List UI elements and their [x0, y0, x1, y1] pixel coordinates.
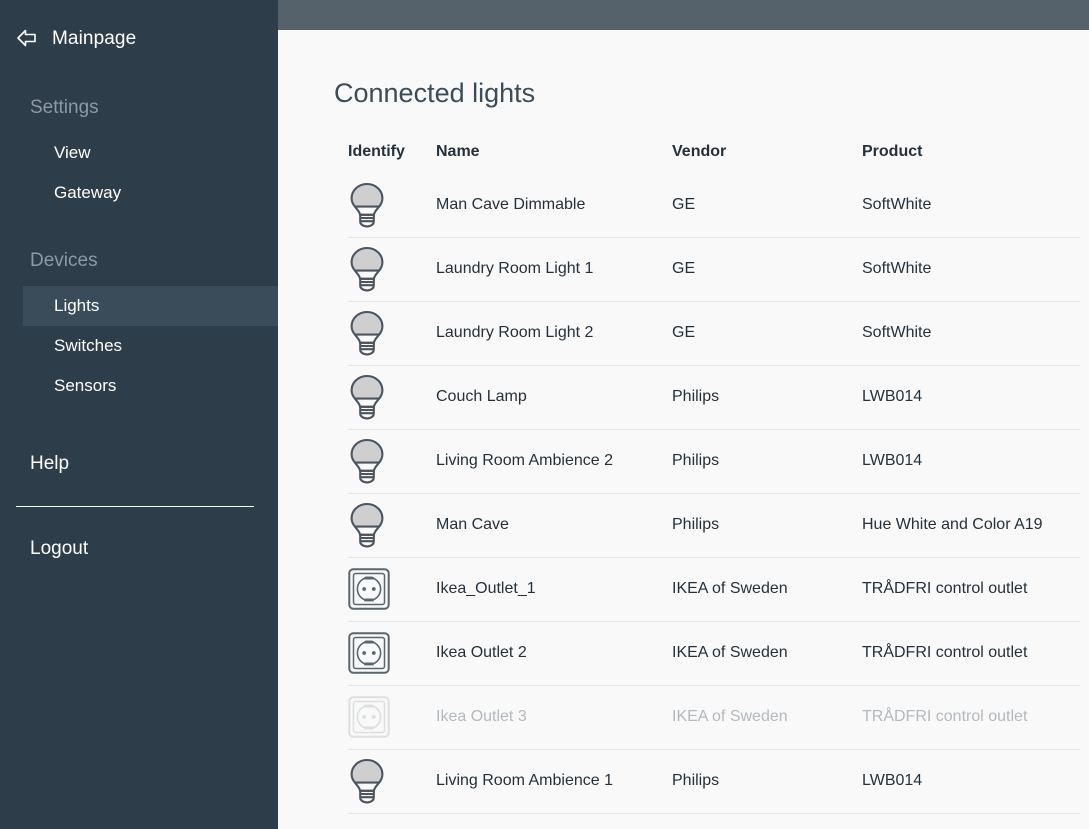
cell-name: Ikea Outlet 2 [436, 620, 672, 685]
cell-identify[interactable] [348, 620, 436, 685]
light-bulb-icon[interactable] [348, 437, 436, 485]
table-row[interactable]: Ikea_Outlet_1 IKEA of Sweden TRÅDFRI contr… [348, 556, 1080, 621]
table-row[interactable]: Man Cave Dimmable GE SoftWhite [348, 173, 1080, 237]
cell-identify[interactable] [348, 364, 436, 429]
back-arrow-icon[interactable] [14, 25, 40, 51]
cell-vendor: IKEA of Sweden [672, 556, 862, 621]
table-header: Identify Name Vendor Product [348, 143, 1080, 173]
cell-name: Couch Lamp [436, 364, 672, 429]
cell-name: Laundry Room Light 1 [436, 236, 672, 301]
cell-vendor: Philips [672, 492, 862, 557]
cell-product: LWB014 [862, 428, 1080, 493]
cell-product: LWB014 [862, 364, 1080, 429]
page-title: Connected lights [334, 78, 536, 108]
cell-vendor: IKEA of Sweden [672, 684, 862, 749]
cell-product: TRÅDFRI control outlet [862, 556, 1080, 621]
sidebar-divider [16, 506, 254, 507]
cell-name: Living Room Ambience 2 [436, 428, 672, 493]
light-bulb-icon[interactable] [348, 181, 436, 229]
sidebar-brand-mainpage[interactable]: Mainpage [0, 0, 278, 56]
cell-name: Man Cave Dimmable [436, 195, 586, 213]
cell-vendor: Philips [672, 428, 862, 493]
column-header-vendor: Vendor [672, 143, 727, 160]
cell-identify[interactable] [348, 556, 436, 621]
cell-name: Ikea Outlet 3 [436, 684, 672, 749]
table-header-row: Identify Name Vendor Product [348, 143, 1080, 173]
app-root: Mainpage Settings View Gateway Devices L… [0, 0, 1089, 829]
power-outlet-icon[interactable] [348, 632, 436, 674]
cell-product: Hue White and Color A19 [862, 492, 1080, 557]
sidebar-item-lights[interactable]: Lights [23, 286, 278, 326]
table-row[interactable]: Living Room Ambience 2 Philips LWB014 [348, 428, 1080, 493]
cell-vendor: GE [672, 195, 696, 213]
power-outlet-icon[interactable] [348, 568, 436, 610]
column-header-identify: Identify [348, 143, 405, 160]
table-body: Man Cave Dimmable GE SoftWhite Laundry Roo… [348, 173, 1080, 814]
light-bulb-icon[interactable] [348, 245, 436, 293]
cell-product: TRÅDFRI control outlet [862, 620, 1080, 685]
sidebar-brand-label: Mainpage [52, 27, 137, 49]
cell-product: SoftWhite [862, 300, 1080, 365]
column-header-product: Product [862, 143, 923, 160]
light-bulb-icon[interactable] [348, 757, 436, 805]
cell-name: Man Cave [436, 492, 672, 557]
sidebar-item-switches[interactable]: Switches [0, 326, 278, 366]
cell-vendor: Philips [672, 364, 862, 429]
table-row[interactable]: Laundry Room Light 1 GE SoftWhite [348, 236, 1080, 301]
cell-vendor: GE [672, 236, 862, 301]
cell-product: SoftWhite [862, 195, 932, 213]
table-row[interactable]: Ikea Outlet 2 IKEA of Sweden TRÅDFRI contr… [348, 620, 1080, 685]
cell-name: Laundry Room Light 2 [436, 300, 672, 365]
sidebar-group-devices: Devices Lights Switches Sensors [0, 251, 278, 406]
table-row[interactable]: Living Room Ambience 1 Philips LWB014 [348, 748, 1080, 814]
connected-lights-table: Identify Name Vendor Product Man Cave Di… [348, 143, 1080, 814]
table-row[interactable]: Ikea Outlet 3 IKEA of Sweden TRÅDFRI contr… [348, 684, 1080, 749]
cell-identify[interactable] [348, 236, 436, 301]
cell-identify[interactable] [348, 684, 436, 749]
top-bar [278, 0, 1089, 30]
light-bulb-icon[interactable] [348, 309, 436, 357]
light-bulb-icon[interactable] [348, 373, 436, 421]
sidebar-group-logout: Logout [0, 529, 278, 569]
cell-vendor: IKEA of Sweden [672, 620, 862, 685]
cell-identify[interactable] [348, 428, 436, 493]
sidebar-group-title-devices: Devices [30, 250, 98, 271]
cell-vendor: GE [672, 300, 862, 365]
power-outlet-icon[interactable] [348, 696, 436, 738]
table-row[interactable]: Laundry Room Light 2 GE SoftWhite [348, 300, 1080, 365]
sidebar-item-gateway[interactable]: Gateway [0, 173, 278, 213]
sidebar-nav: Settings View Gateway Devices Lights Swi… [0, 98, 278, 569]
cell-name: Living Room Ambience 1 [436, 748, 672, 814]
sidebar-group-help: Help [0, 444, 278, 484]
cell-vendor: Philips [672, 748, 862, 814]
sidebar-item-sensors[interactable]: Sensors [0, 366, 278, 406]
cell-product: LWB014 [862, 748, 1080, 814]
main-content: Connected lights Identify Name Vendor Pr… [278, 30, 1089, 829]
sidebar-group-settings: Settings View Gateway [0, 98, 278, 213]
cell-name: Ikea_Outlet_1 [436, 556, 672, 621]
sidebar: Mainpage Settings View Gateway Devices L… [0, 0, 278, 829]
sidebar-group-title-settings: Settings [30, 97, 99, 118]
cell-product: SoftWhite [862, 236, 1080, 301]
table-row[interactable]: Couch Lamp Philips LWB014 [348, 364, 1080, 429]
table-row[interactable]: Man Cave Philips Hue White and Color A19 [348, 492, 1080, 557]
column-header-name: Name [436, 143, 480, 160]
cell-identify[interactable] [348, 492, 436, 557]
cell-identify[interactable] [348, 300, 436, 365]
cell-identify[interactable] [348, 748, 436, 814]
cell-identify[interactable] [348, 173, 436, 237]
light-bulb-icon[interactable] [348, 501, 436, 549]
cell-product: TRÅDFRI control outlet [862, 684, 1080, 749]
sidebar-item-help[interactable]: Help [0, 444, 278, 484]
sidebar-item-view[interactable]: View [0, 133, 278, 173]
sidebar-item-logout[interactable]: Logout [0, 529, 278, 569]
